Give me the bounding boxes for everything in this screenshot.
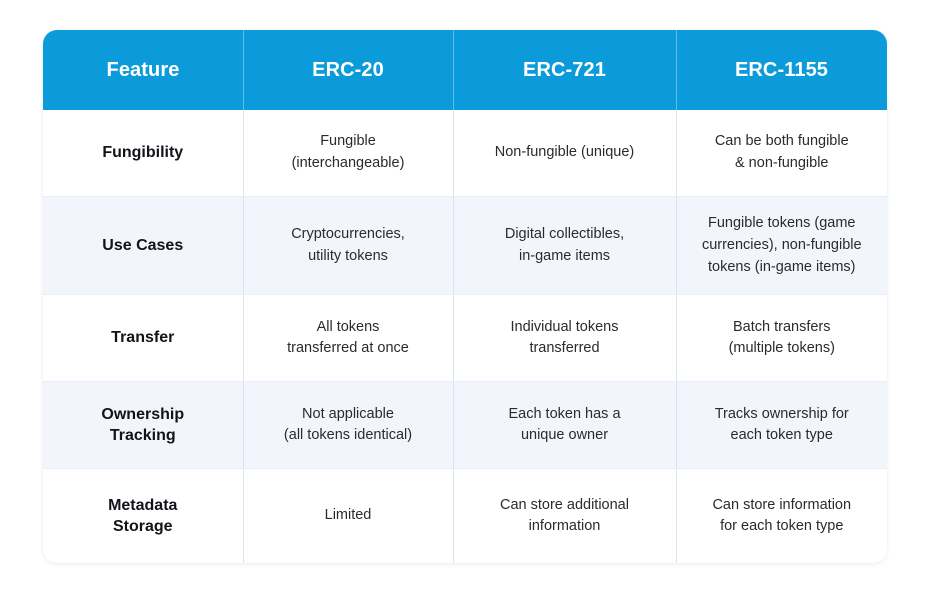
cell-text-line: Use Cases (102, 236, 184, 254)
table-row: Ownership Tracking Not applicable (all t… (43, 381, 887, 470)
cell-text-line: Transfer (111, 329, 175, 347)
column-header-feature: Feature (43, 30, 243, 110)
column-header-erc1155: ERC-1155 (676, 30, 887, 110)
cell-erc20: Not applicable (all tokens identical) (242, 381, 453, 470)
cell-text-line: Cryptocurrencies, (291, 225, 405, 242)
cell-feature: Transfer (43, 294, 243, 383)
cell-text-line: Can be both fungible (714, 133, 849, 150)
table-row: Metadata Storage Limited Can store addit… (43, 468, 887, 564)
column-header-erc20: ERC-20 (243, 30, 453, 110)
erc-comparison-table: Feature ERC-20 ERC-721 ERC-1155 Fungibil… (43, 30, 887, 564)
cell-text-line: Digital collectibles, (504, 225, 625, 242)
cell-text-line: unique owner (520, 427, 609, 444)
cell-erc1155: Batch transfers (multiple tokens) (675, 294, 887, 383)
cell-text-line: Individual tokens (510, 318, 619, 335)
cell-erc721: Can store additional information (452, 468, 676, 564)
cell-erc20: All tokens transferred at once (242, 294, 453, 383)
cell-feature: Use Cases (43, 196, 243, 296)
cell-text-line: (all tokens identical) (283, 427, 413, 444)
cell-erc1155: Can be both fungible & non-fungible (675, 110, 887, 197)
comparison-table-element: Feature ERC-20 ERC-721 ERC-1155 Fungibil… (43, 30, 887, 564)
table-header: Feature ERC-20 ERC-721 ERC-1155 (43, 30, 887, 110)
cell-erc721: Individual tokens transferred (452, 294, 676, 383)
cell-text-line: Ownership (101, 405, 185, 423)
cell-text-line: (interchangeable) (291, 155, 405, 171)
cell-erc20: Fungible (interchangeable) (242, 110, 453, 197)
cell-text-line: & non-fungible (734, 155, 829, 171)
cell-text-line: Limited (324, 507, 372, 524)
table-body: Fungibility Fungible (interchangeable) N… (43, 110, 887, 564)
cell-erc1155: Can store information for each token typ… (675, 468, 887, 564)
cell-text-line: tokens (in-game items) (708, 258, 856, 275)
cell-erc721: Each token has a unique owner (452, 381, 676, 470)
cell-text-line: All tokens (316, 318, 380, 335)
cell-erc20: Cryptocurrencies, utility tokens (242, 196, 453, 296)
cell-text-line: utility tokens (308, 247, 388, 264)
cell-text-line: Tracking (109, 427, 176, 445)
cell-erc20: Limited (242, 468, 453, 564)
cell-feature: Metadata Storage (43, 468, 243, 564)
table-row: Transfer All tokens transferred at once … (43, 294, 887, 383)
column-header-erc721: ERC-721 (453, 30, 676, 110)
page-canvas: Feature ERC-20 ERC-721 ERC-1155 Fungibil… (0, 0, 931, 613)
cell-erc1155: Tracks ownership for each token type (675, 381, 887, 470)
cell-text-line: Fungible tokens (game (708, 215, 856, 231)
cell-text-line: in-game items (518, 247, 611, 264)
cell-text-line: Each token has a (508, 405, 621, 422)
cell-text-line: for each token type (720, 518, 844, 535)
cell-erc721: Non-fungible (unique) (452, 110, 676, 197)
cell-text-line: Can store information (712, 496, 852, 513)
cell-text-line: Tracks ownership for (714, 405, 849, 422)
cell-text-line: each token type (730, 427, 833, 444)
cell-feature: Ownership Tracking (43, 381, 243, 470)
cell-erc1155: Fungible tokens (game currencies), non-f… (675, 196, 887, 296)
cell-text-line: information (528, 518, 601, 535)
cell-erc721: Digital collectibles, in-game items (452, 196, 676, 296)
cell-text-line: transferred (529, 340, 600, 357)
cell-text-line: (multiple tokens) (728, 340, 835, 357)
table-row: Use Cases Cryptocurrencies, utility toke… (43, 196, 887, 296)
cell-text-line: Metadata (108, 496, 178, 514)
cell-text-line: Batch transfers (732, 318, 831, 335)
cell-text-line: currencies), non-fungible (701, 236, 862, 253)
cell-text-line: Can store additional (500, 496, 629, 513)
cell-text-line: Non-fungible (unique) (494, 144, 635, 161)
table-header-row: Feature ERC-20 ERC-721 ERC-1155 (43, 30, 887, 110)
cell-text-line: Fungible (320, 133, 376, 150)
cell-feature: Fungibility (43, 110, 243, 197)
cell-text-line: transferred at once (287, 340, 409, 357)
cell-text-line: Fungibility (102, 144, 184, 162)
cell-text-line: Storage (112, 518, 173, 536)
table-row: Fungibility Fungible (interchangeable) N… (43, 110, 887, 197)
cell-text-line: Not applicable (302, 405, 394, 422)
